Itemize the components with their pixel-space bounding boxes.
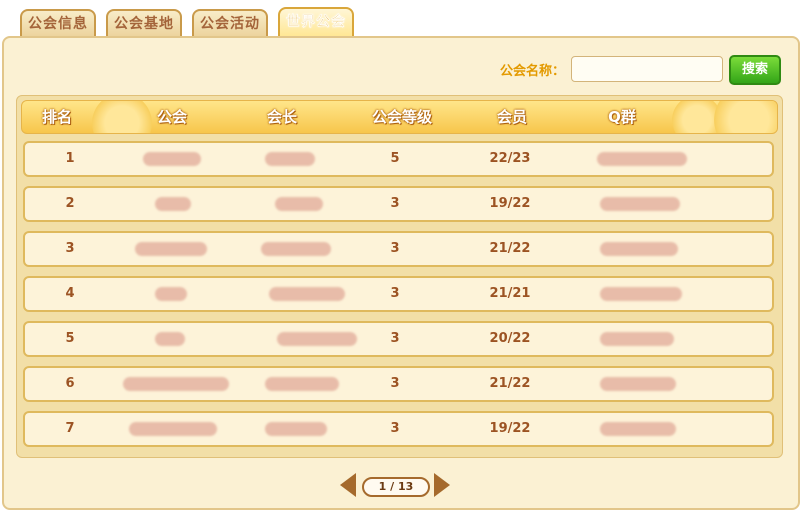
rank-cell: 5 xyxy=(65,331,75,346)
leader-name-blurred xyxy=(277,332,357,346)
rank-cell: 7 xyxy=(65,421,75,436)
leader-name-blurred xyxy=(265,377,339,391)
world-guild-window: 公会信息 公会基地 公会活动 世界公会 公会名称： 搜索 排名 公会 会长 公会… xyxy=(0,0,800,510)
search-label: 公会名称： xyxy=(500,64,566,79)
header-leader: 会长 xyxy=(266,108,297,126)
search-button[interactable]: 搜索 xyxy=(729,55,781,85)
qq-group-blurred xyxy=(600,242,678,256)
leader-name-blurred xyxy=(265,152,315,166)
sun-decoration-icon xyxy=(714,101,777,133)
qq-group-blurred xyxy=(600,422,676,436)
qq-group-blurred xyxy=(600,332,674,346)
guild-name-blurred xyxy=(123,377,229,391)
table-row[interactable]: 6 3 21/22 xyxy=(23,366,774,402)
tab-guild-info[interactable]: 公会信息 xyxy=(20,9,96,37)
header-guild-level: 公会等级 xyxy=(371,108,432,126)
rank-cell: 1 xyxy=(65,151,75,166)
tab-guild-base[interactable]: 公会基地 xyxy=(106,9,182,37)
leader-name-blurred xyxy=(265,422,327,436)
members-cell: 21/21 xyxy=(489,286,531,301)
tab-guild-activity[interactable]: 公会活动 xyxy=(192,9,268,37)
table-row[interactable]: 2 3 19/22 xyxy=(23,186,774,222)
qq-group-blurred xyxy=(600,287,682,301)
qq-group-blurred xyxy=(597,152,687,166)
members-cell: 21/22 xyxy=(489,376,531,391)
table-row[interactable]: 3 3 21/22 xyxy=(23,231,774,267)
header-rank: 排名 xyxy=(41,108,72,126)
leader-name-blurred xyxy=(275,197,323,211)
table-row[interactable]: 1 5 22/23 xyxy=(23,141,774,177)
members-cell: 22/23 xyxy=(489,151,531,166)
level-cell: 3 xyxy=(390,331,400,346)
page-indicator: 1 / 13 xyxy=(362,477,430,497)
level-cell: 5 xyxy=(390,151,400,166)
guild-name-search-input[interactable] xyxy=(571,56,723,82)
table-header: 排名 公会 会长 公会等级 会员 Q群 xyxy=(21,100,778,134)
table-row[interactable]: 4 3 21/21 xyxy=(23,276,774,312)
qq-group-blurred xyxy=(600,197,680,211)
guild-ranking-table: 排名 公会 会长 公会等级 会员 Q群 1 5 22/23 2 3 19/22 … xyxy=(16,95,783,458)
members-cell: 20/22 xyxy=(489,331,531,346)
rank-cell: 4 xyxy=(65,286,75,301)
members-cell: 19/22 xyxy=(489,196,531,211)
leader-name-blurred xyxy=(261,242,331,256)
level-cell: 3 xyxy=(390,286,400,301)
guild-name-blurred xyxy=(143,152,201,166)
table-row[interactable]: 5 3 20/22 xyxy=(23,321,774,357)
guild-name-blurred xyxy=(129,422,217,436)
tab-bar: 公会信息 公会基地 公会活动 世界公会 xyxy=(20,7,354,38)
level-cell: 3 xyxy=(390,421,400,436)
header-members: 会员 xyxy=(496,108,527,126)
previous-page-arrow-icon[interactable] xyxy=(340,473,356,497)
members-cell: 21/22 xyxy=(489,241,531,256)
guild-name-blurred xyxy=(155,197,191,211)
next-page-arrow-icon[interactable] xyxy=(434,473,450,497)
tab-world-guild[interactable]: 世界公会 xyxy=(278,7,354,38)
pagination: 1 / 13 xyxy=(340,472,450,500)
rank-cell: 6 xyxy=(65,376,75,391)
header-guild: 公会 xyxy=(156,108,187,126)
rank-cell: 2 xyxy=(65,196,75,211)
qq-group-blurred xyxy=(600,377,676,391)
members-cell: 19/22 xyxy=(489,421,531,436)
level-cell: 3 xyxy=(390,196,400,211)
guild-name-blurred xyxy=(155,332,185,346)
table-row[interactable]: 7 3 19/22 xyxy=(23,411,774,447)
leader-name-blurred xyxy=(269,287,345,301)
level-cell: 3 xyxy=(390,241,400,256)
guild-name-blurred xyxy=(135,242,207,256)
guild-name-blurred xyxy=(155,287,187,301)
header-qq-group: Q群 xyxy=(608,108,636,126)
level-cell: 3 xyxy=(390,376,400,391)
rank-cell: 3 xyxy=(65,241,75,256)
